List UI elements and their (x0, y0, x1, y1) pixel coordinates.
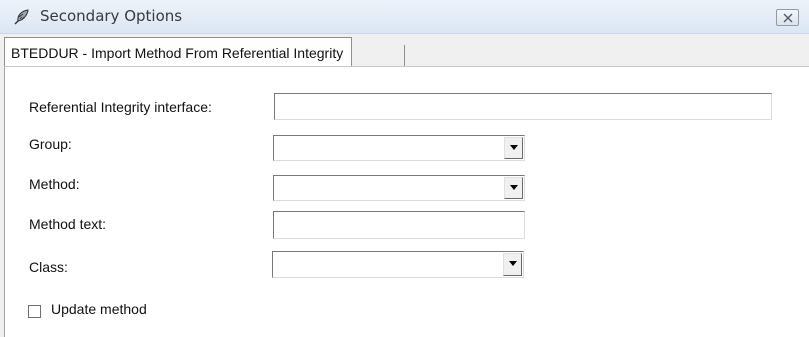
secondary-options-dialog: Secondary Options BTEDDUR - Import Metho… (0, 0, 809, 337)
tab-import-method[interactable]: BTEDDUR - Import Method From Referential… (4, 37, 353, 67)
class-dropdown-button[interactable] (503, 253, 522, 276)
close-icon (783, 13, 793, 23)
method-text-input[interactable] (273, 211, 525, 239)
method-select[interactable] (273, 175, 525, 201)
tab-label: BTEDDUR - Import Method From Referential… (11, 45, 344, 61)
window-title: Secondary Options (40, 7, 183, 25)
tab-divider (404, 45, 405, 67)
method-label: Method: (29, 176, 80, 192)
class-select[interactable] (272, 251, 524, 278)
close-button[interactable] (776, 9, 799, 26)
title-bar: Secondary Options (0, 0, 809, 34)
chevron-down-icon (509, 261, 517, 266)
chevron-down-icon (510, 145, 518, 150)
update-method-label[interactable]: Update method (51, 301, 147, 317)
ri-interface-label: Referential Integrity interface: (29, 99, 212, 115)
ri-interface-input[interactable] (274, 93, 772, 120)
group-label: Group: (29, 136, 72, 152)
method-text-label: Method text: (29, 216, 107, 232)
group-select[interactable] (273, 135, 525, 161)
class-label: Class: (29, 259, 68, 275)
feather-icon (13, 8, 31, 26)
update-method-checkbox[interactable] (28, 305, 41, 318)
method-dropdown-button[interactable] (504, 177, 523, 199)
chevron-down-icon (510, 185, 518, 190)
group-dropdown-button[interactable] (504, 137, 523, 159)
